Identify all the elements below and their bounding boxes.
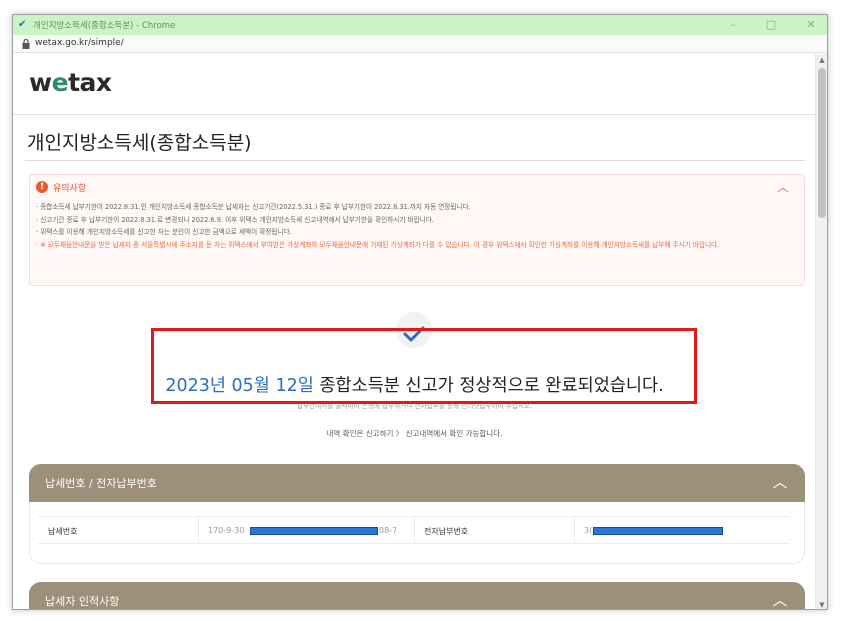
- favicon-icon: ✔: [18, 19, 27, 30]
- vertical-scrollbar[interactable]: ▲ ▼: [815, 54, 827, 609]
- url-text[interactable]: wetax.go.kr/simple/: [35, 38, 124, 48]
- scroll-thumb[interactable]: [818, 68, 826, 218]
- collapse-chevron-icon[interactable]: ︿: [776, 181, 790, 195]
- payment-number-row: 납세번호 170-9-30 08-7 전자납부번호 3(: [38, 516, 790, 545]
- logo-part: tax: [68, 68, 112, 97]
- tax-number-label: 납세번호: [48, 527, 78, 536]
- panel-title: 납세번호 / 전자납부번호: [45, 477, 157, 490]
- highlight-annotation: [151, 328, 697, 404]
- notice-warning: · ※ 모두채움안내문을 받은 납세자 중 서울특별시에 주소지를 둔 자는 위…: [36, 240, 720, 249]
- divider: [25, 160, 805, 161]
- browser-window: ✔ 개인지방소득세(종합소득분) - Chrome – □ ✕ wetax.go…: [12, 14, 828, 610]
- notice-item: · 신고기간 종료 후 납부기한이 2022.8.31.로 변경되니 2022.…: [36, 215, 434, 224]
- redaction-bar: [593, 527, 723, 535]
- maximize-button[interactable]: □: [763, 17, 779, 33]
- scroll-up-icon[interactable]: ▲: [816, 54, 827, 66]
- scroll-down-icon[interactable]: ▼: [816, 599, 827, 609]
- redaction-bar: [250, 527, 378, 535]
- collapse-chevron-icon[interactable]: ︿: [769, 589, 791, 609]
- window-title: 개인지방소득세(종합소득분) - Chrome: [33, 21, 176, 31]
- epay-number-label: 전자납부번호: [424, 527, 469, 536]
- wetax-logo[interactable]: wetax: [29, 68, 112, 97]
- completion-info: 내역 확인은 신고하기 〉 신고내역에서 확인 가능합니다.: [326, 429, 503, 438]
- logo-at-icon: e: [51, 68, 69, 97]
- page-title: 개인지방소득세(종합소득분): [27, 132, 252, 154]
- address-bar[interactable]: wetax.go.kr/simple/: [13, 35, 827, 53]
- lock-icon: [22, 38, 30, 49]
- notice-box: ! 유의사항 ︿ · 종합소득세 납부기한이 2022.8.31.인 개인지방소…: [29, 174, 805, 286]
- tax-number-suffix: 08-7: [379, 526, 398, 535]
- notice-item: · 종합소득세 납부기한이 2022.8.31.인 개인지방소득세 종합소득분 …: [36, 203, 471, 211]
- divider: [13, 114, 816, 115]
- collapse-chevron-icon[interactable]: ︿: [769, 471, 791, 493]
- epay-number-prefix: 3(: [584, 526, 593, 535]
- notice-title: 유의사항: [53, 184, 87, 194]
- notice-item: · 위택스를 이용해 개인지방소득세를 신고한 자는 분인이 신고한 금액으로 …: [36, 228, 292, 236]
- minimize-button[interactable]: –: [725, 17, 741, 33]
- cell-divider: [414, 517, 415, 545]
- logo-part: w: [29, 68, 52, 97]
- panel-body: 납세번호 170-9-30 08-7 전자납부번호 3(: [29, 502, 805, 564]
- notice-list: · 종합소득세 납부기한이 2022.8.31.인 개인지방소득세 종합소득분 …: [36, 201, 796, 250]
- cell-divider: [198, 517, 199, 545]
- alert-icon: !: [36, 181, 48, 193]
- panel-title: 납세자 인적사항: [45, 595, 120, 608]
- tax-number-prefix: 170-9-30: [208, 526, 245, 535]
- title-bar: ✔ 개인지방소득세(종합소득분) - Chrome – □ ✕: [13, 15, 827, 35]
- panel-header[interactable]: 납세자 인적사항 ︿: [29, 582, 805, 609]
- cell-divider: [574, 517, 575, 545]
- panel-header[interactable]: 납세번호 / 전자납부번호 ︿: [29, 464, 805, 502]
- close-button[interactable]: ✕: [803, 17, 819, 33]
